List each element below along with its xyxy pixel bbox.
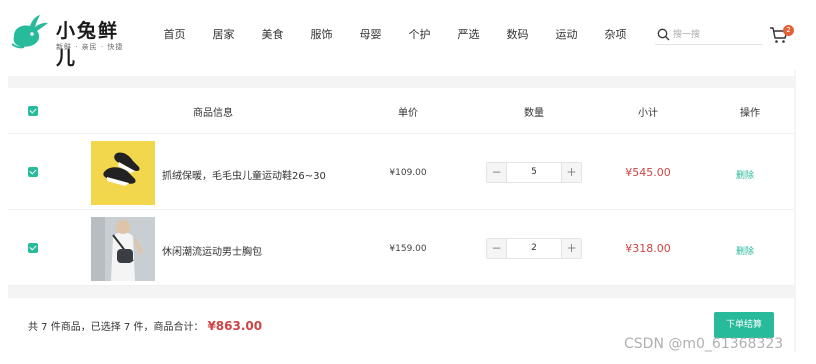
nav-item-home-living[interactable]: 居家	[199, 26, 248, 44]
decrease-quantity-button[interactable]: −	[487, 239, 507, 258]
product-name[interactable]: 抓绒保暖，毛毛虫儿童运动鞋26~30	[162, 167, 326, 182]
row-subtotal: ¥545.00	[625, 166, 671, 179]
row-checkbox[interactable]	[28, 243, 38, 253]
nav-item-clothing[interactable]: 服饰	[297, 26, 346, 44]
product-name[interactable]: 休闲潮流运动男士胸包	[162, 243, 262, 258]
table-row: 休闲潮流运动男士胸包 ¥159.00 − 2 + ¥318.00 删除	[8, 210, 794, 286]
nav-item-digital[interactable]: 数码	[493, 26, 542, 44]
brand-logo[interactable]: 小兔鲜儿 新鲜 · 亲民 · 快捷	[10, 8, 135, 69]
select-all-checkbox[interactable]	[28, 106, 38, 116]
main-nav: 首页 居家 美食 服饰 母婴 个护 严选 数码 运动 杂项	[150, 26, 640, 44]
section-divider	[8, 286, 794, 298]
quantity-value[interactable]: 5	[508, 163, 560, 182]
delete-button[interactable]: 删除	[730, 244, 760, 257]
cart-count-badge: 2	[783, 25, 794, 36]
product-image-shoes[interactable]	[91, 141, 155, 205]
header-product-info: 商品信息	[193, 108, 233, 119]
page-edge	[794, 70, 796, 352]
watermark: CSDN @m0_61368323	[624, 336, 784, 352]
header-subtotal: 小计	[638, 108, 658, 119]
nav-item-sports[interactable]: 运动	[542, 26, 591, 44]
increase-quantity-button[interactable]: +	[561, 239, 581, 258]
nav-item-food[interactable]: 美食	[248, 26, 297, 44]
quantity-stepper: − 2 +	[486, 238, 582, 259]
search-icon[interactable]	[657, 28, 670, 41]
delete-button[interactable]: 删除	[730, 168, 760, 181]
nav-item-personal-care[interactable]: 个护	[395, 26, 444, 44]
search-box	[655, 27, 763, 45]
row-subtotal: ¥318.00	[625, 242, 671, 255]
rabbit-logo-icon	[11, 15, 48, 49]
cart-table: 商品信息 单价 数量 小计 操作 抓绒保暖，毛毛虫儿童运动鞋26~30 ¥109…	[8, 88, 794, 286]
cart-summary: 共 7 件商品，已选择 7 件，商品合计： ¥863.00	[28, 318, 262, 333]
summary-text: 共 7 件商品，已选择 7 件，商品合计：	[28, 322, 204, 333]
search-input[interactable]	[673, 27, 761, 43]
total-amount: ¥863.00	[207, 319, 263, 333]
header-action: 操作	[740, 108, 760, 119]
unit-price: ¥159.00	[389, 244, 427, 254]
brand-slogan: 新鲜 · 亲民 · 快捷	[56, 43, 124, 51]
nav-item-selection[interactable]: 严选	[444, 26, 493, 44]
table-row: 抓绒保暖，毛毛虫儿童运动鞋26~30 ¥109.00 − 5 + ¥545.00…	[8, 134, 794, 210]
site-header: 小兔鲜儿 新鲜 · 亲民 · 快捷 首页 居家 美食 服饰 母婴 个护 严选 数…	[0, 0, 816, 70]
nav-item-home[interactable]: 首页	[150, 26, 199, 44]
quantity-stepper: − 5 +	[486, 162, 582, 183]
nav-item-baby[interactable]: 母婴	[346, 26, 395, 44]
table-header: 商品信息 单价 数量 小计 操作	[8, 88, 794, 134]
nav-item-misc[interactable]: 杂项	[591, 26, 640, 44]
increase-quantity-button[interactable]: +	[561, 163, 581, 182]
decrease-quantity-button[interactable]: −	[487, 163, 507, 182]
checkout-button[interactable]: 下单结算	[714, 312, 774, 338]
header-quantity: 数量	[524, 108, 544, 119]
header-unit-price: 单价	[398, 108, 418, 119]
row-checkbox[interactable]	[28, 167, 38, 177]
quantity-value[interactable]: 2	[508, 239, 560, 258]
section-divider	[8, 76, 794, 88]
product-image-chest-bag[interactable]	[91, 217, 155, 281]
unit-price: ¥109.00	[389, 168, 427, 178]
